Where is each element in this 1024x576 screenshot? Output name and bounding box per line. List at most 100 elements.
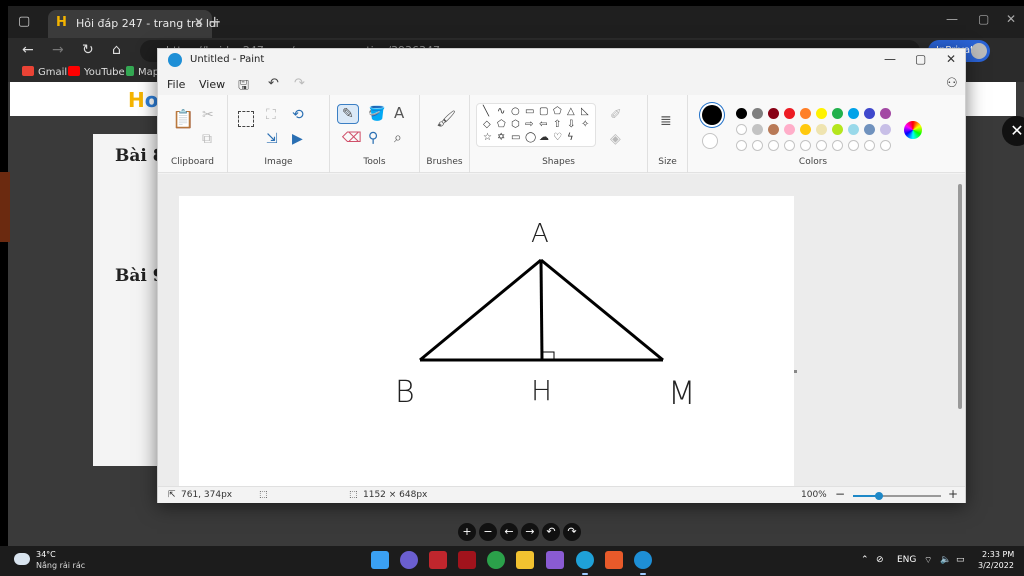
clock-date[interactable]: 3/2/2022 <box>978 561 1014 570</box>
custom-color-slot[interactable] <box>752 140 763 151</box>
custom-color-slot[interactable] <box>784 140 795 151</box>
color-picker-icon[interactable]: ⚲ <box>368 130 378 146</box>
tray-overflow-icon[interactable]: ⌃ <box>861 555 869 565</box>
color-swatch[interactable] <box>800 124 811 135</box>
hexagon-shape-icon[interactable]: ⬡ <box>511 119 520 130</box>
paint-maximize-icon[interactable]: ▢ <box>915 52 926 66</box>
text-icon[interactable]: A <box>394 104 404 122</box>
weather-temperature[interactable]: 34°C <box>36 550 56 559</box>
paste-icon[interactable]: 📋 <box>172 109 194 130</box>
fill-icon[interactable]: 🪣 <box>368 106 385 122</box>
custom-color-slot[interactable] <box>880 140 891 151</box>
weather-description[interactable]: Nắng rải rác <box>36 561 85 570</box>
browser-maximize-icon[interactable]: ▢ <box>978 12 989 26</box>
magnifier-icon[interactable]: ⌕ <box>394 130 402 146</box>
bookmark-youtube[interactable]: YouTube <box>68 66 125 78</box>
color-swatch[interactable] <box>832 124 843 135</box>
pentagon-shape-icon[interactable]: ⬠ <box>497 119 506 130</box>
shapes-gallery[interactable]: ╲ ∿ ○ ▭ ▢ ⬠ △ ◺ ◇ ⬠ ⬡ ⇨ ⇦ ⇧ ⇩ ✧ ☆ ✡ ▭ ◯ … <box>476 103 596 147</box>
callout-oval-shape-icon[interactable]: ◯ <box>525 132 536 143</box>
browser-minimize-icon[interactable]: — <box>946 12 958 26</box>
oval-shape-icon[interactable]: ○ <box>511 106 520 117</box>
zoom-in-icon[interactable]: + <box>948 487 958 501</box>
custom-color-slot[interactable] <box>736 140 747 151</box>
color-swatch[interactable] <box>784 124 795 135</box>
office-app-icon[interactable] <box>605 551 623 569</box>
paint-minimize-icon[interactable]: — <box>884 52 896 66</box>
star4-shape-icon[interactable]: ✧ <box>581 119 589 130</box>
clock-time[interactable]: 2:33 PM <box>982 550 1014 559</box>
color-swatch[interactable] <box>736 124 747 135</box>
shape-fill-icon[interactable]: ◈ <box>610 131 621 147</box>
color-swatch[interactable] <box>736 108 747 119</box>
color-swatch[interactable] <box>768 108 779 119</box>
rotate-right-icon[interactable]: ↷ <box>563 523 581 541</box>
arrow-right-shape-icon[interactable]: ⇨ <box>525 119 533 130</box>
file-explorer-icon[interactable] <box>516 551 534 569</box>
vertical-scrollbar[interactable] <box>958 184 962 409</box>
volume-icon[interactable]: 🔈 <box>940 555 951 565</box>
arrow-down-shape-icon[interactable]: ⇩ <box>567 119 575 130</box>
flip-icon[interactable]: ▶ <box>292 131 303 147</box>
edge-icon[interactable] <box>576 551 594 569</box>
rectangle-shape-icon[interactable]: ▭ <box>525 106 534 117</box>
outline-icon[interactable]: ✐ <box>610 107 622 123</box>
bookmark-maps[interactable]: Map <box>126 66 159 78</box>
browser-close-icon[interactable]: ✕ <box>1006 12 1016 26</box>
menu-file[interactable]: File <box>167 78 185 91</box>
lightning-shape-icon[interactable]: ϟ <box>567 132 574 143</box>
brush-icon[interactable]: 🖌 <box>436 109 456 128</box>
color-swatch[interactable] <box>880 108 891 119</box>
callout-cloud-shape-icon[interactable]: ☁ <box>539 132 549 143</box>
overlay-close-icon[interactable]: ✕ <box>1002 116 1024 146</box>
color-swatch[interactable] <box>816 124 827 135</box>
star5-shape-icon[interactable]: ☆ <box>483 132 492 143</box>
color-swatch[interactable] <box>880 124 891 135</box>
previous-icon[interactable]: ← <box>500 523 518 541</box>
cut-icon[interactable]: ✂ <box>202 107 214 123</box>
app-gaming-icon[interactable] <box>458 551 476 569</box>
zoom-in-float-icon[interactable]: + <box>458 523 476 541</box>
zoom-slider-thumb[interactable] <box>875 492 884 500</box>
custom-color-slot[interactable] <box>832 140 843 151</box>
tab-actions-icon[interactable]: ▢ <box>18 14 34 30</box>
zoom-out-icon[interactable]: − <box>835 487 845 501</box>
color-swatch[interactable] <box>800 108 811 119</box>
color-swatch[interactable] <box>848 124 859 135</box>
custom-color-slot[interactable] <box>848 140 859 151</box>
select-icon[interactable] <box>238 111 254 127</box>
app-red-icon[interactable] <box>429 551 447 569</box>
home-icon[interactable]: ⌂ <box>112 42 121 58</box>
paint-close-icon[interactable]: ✕ <box>946 52 956 66</box>
diamond-shape-icon[interactable]: ◇ <box>483 119 491 130</box>
color-swatch[interactable] <box>816 108 827 119</box>
wifi-icon[interactable]: ⌔ <box>924 555 932 566</box>
bookmark-gmail[interactable]: Gmail <box>22 66 67 78</box>
star6-shape-icon[interactable]: ✡ <box>497 132 505 143</box>
curve-shape-icon[interactable]: ∿ <box>497 106 505 117</box>
arrow-up-shape-icon[interactable]: ⇧ <box>553 119 561 130</box>
copy-icon[interactable]: ⧉ <box>202 131 212 147</box>
next-icon[interactable]: → <box>521 523 539 541</box>
forward-icon[interactable]: → <box>52 42 64 58</box>
zoom-out-float-icon[interactable]: − <box>479 523 497 541</box>
color2[interactable] <box>702 133 718 149</box>
color-swatch[interactable] <box>768 124 779 135</box>
canvas-resize-handle[interactable] <box>794 370 797 373</box>
custom-color-slot[interactable] <box>816 140 827 151</box>
size-lines-icon[interactable]: ≣ <box>660 113 672 129</box>
drawing-canvas[interactable]: A B H M <box>179 196 794 486</box>
site-logo[interactable]: Ho <box>128 88 159 112</box>
battery-icon[interactable]: ▭ <box>956 555 965 565</box>
color-swatch[interactable] <box>864 124 875 135</box>
paint-taskbar-icon[interactable] <box>634 551 652 569</box>
crop-icon[interactable]: ⛶ <box>266 107 276 123</box>
color-swatch[interactable] <box>832 108 843 119</box>
back-icon[interactable]: ← <box>22 42 34 58</box>
color-swatch[interactable] <box>784 108 795 119</box>
rounded-rect-shape-icon[interactable]: ▢ <box>539 106 548 117</box>
visual-studio-icon[interactable] <box>546 551 564 569</box>
arrow-left-shape-icon[interactable]: ⇦ <box>539 119 547 130</box>
custom-color-slot[interactable] <box>864 140 875 151</box>
rotate-icon[interactable]: ⟲ <box>292 107 304 123</box>
